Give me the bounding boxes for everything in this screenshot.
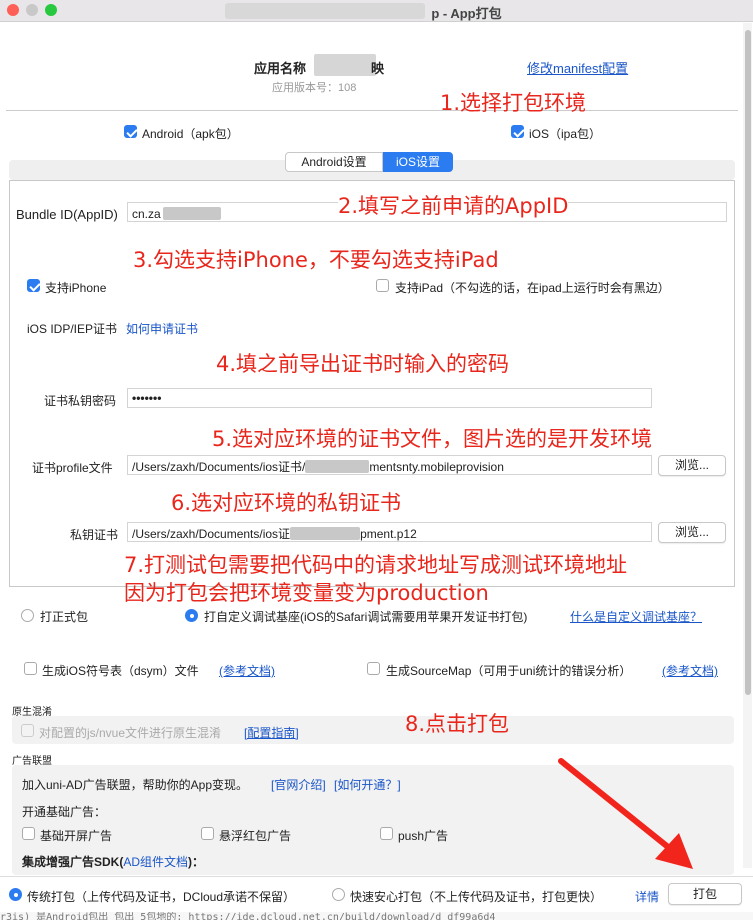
- support-ipad-checkbox[interactable]: [376, 279, 389, 292]
- private-key-path-suffix: pment.p12: [360, 527, 417, 541]
- app-name-suffix: 映: [371, 61, 385, 76]
- bundle-id-value: cn.za: [132, 207, 161, 221]
- safe-pack-radio[interactable]: [332, 888, 345, 901]
- details-link[interactable]: 详情: [635, 888, 659, 905]
- private-key-path-prefix: /Users/zaxh/Documents/ios证: [132, 527, 291, 541]
- status-strip: r3is) 是Android包出 包出 5包地的: https://ide.dc…: [0, 912, 753, 920]
- manifest-config-link[interactable]: 修改manifest配置: [527, 58, 628, 77]
- annotation-arrow-icon: [558, 758, 693, 869]
- browse-private-key-button[interactable]: 浏览...: [658, 522, 726, 543]
- float-ad-checkbox[interactable]: [201, 827, 214, 840]
- dsym-label: 生成iOS符号表（dsym）文件: [42, 664, 199, 678]
- annotation-2: 2.填写之前申请的AppID: [338, 190, 569, 220]
- android-checkbox[interactable]: [124, 125, 137, 138]
- traditional-pack-label: 传统打包（上传代码及证书，DCloud承诺不保留）: [27, 890, 296, 904]
- private-key-label: 私钥证书: [70, 528, 119, 542]
- app-pack-window: p - App打包 应用名称 映 应用版本号：108 修改manifest配置 …: [0, 0, 753, 920]
- splash-ad-label: 基础开屏广告: [40, 829, 113, 843]
- annotation-8: 8.点击打包: [405, 712, 510, 736]
- ads-enhanced-title: 集成增强广告SDK(AD组件文档)：: [22, 853, 204, 870]
- push-ad-checkbox[interactable]: [380, 827, 393, 840]
- ads-join-text: 加入uni-AD广告联盟，帮助你的App变现。: [22, 778, 249, 792]
- bundle-id-label: Bundle ID(AppID): [16, 207, 118, 222]
- obfuscation-label: 对配置的js/nvue文件进行原生混淆: [39, 726, 222, 740]
- redacted-app-name: [314, 54, 376, 76]
- ios-cert-label: iOS IDP/IEP证书: [27, 322, 118, 336]
- traditional-pack-radio[interactable]: [9, 888, 22, 901]
- status-text: r3is) 是Android包出 包出 5包地的: https://ide.dc…: [0, 912, 496, 920]
- redacted-bundle-id: [162, 207, 221, 220]
- cert-password-label: 证书私钥密码: [44, 394, 117, 408]
- formal-build-label: 打正式包: [40, 610, 89, 624]
- formal-build-radio[interactable]: [21, 609, 34, 622]
- dsym-doc-link[interactable]: (参考文档): [219, 662, 275, 679]
- header-divider: [6, 110, 738, 111]
- ads-enhanced-prefix: 集成增强广告SDK(: [22, 855, 124, 869]
- annotation-5: 5.选对应环境的证书文件，图片选的是开发环境: [212, 427, 653, 451]
- dsym-checkbox[interactable]: [24, 662, 37, 675]
- title-bar: p - App打包: [0, 0, 753, 22]
- ads-official-link[interactable]: [官网介绍]: [271, 776, 326, 793]
- ads-basic-title: 开通基础广告：: [22, 805, 107, 819]
- annotation-3: 3.勾选支持iPhone，不要勾选支持iPad: [133, 248, 499, 272]
- ios-label: iOS（ipa包）: [529, 127, 602, 141]
- custom-base-label: 打自定义调试基座(iOS的Safari调试需要用苹果开发证书打包): [204, 610, 528, 624]
- splash-ad-checkbox[interactable]: [22, 827, 35, 840]
- cert-password-input[interactable]: •••••••: [127, 388, 652, 408]
- support-ipad-label: 支持iPad（不勾选的话，在ipad上运行时会有黑边）: [395, 281, 670, 295]
- obfuscation-guide-link[interactable]: [配置指南]: [244, 724, 299, 741]
- build-button[interactable]: 打包: [668, 883, 742, 905]
- private-key-input[interactable]: /Users/zaxh/Documents/ios证 pment.p12: [127, 522, 652, 542]
- ad-component-doc-link[interactable]: AD组件文档: [123, 855, 188, 869]
- push-ad-label: push广告: [398, 829, 449, 843]
- profile-path-prefix: /Users/zaxh/Documents/ios证书/: [132, 460, 306, 474]
- app-version-label: 应用版本号：108: [272, 82, 357, 94]
- profile-file-input[interactable]: /Users/zaxh/Documents/ios证书/mentsnty.mob…: [127, 455, 652, 475]
- sourcemap-doc-link[interactable]: (参考文档): [662, 662, 718, 679]
- tab-android-settings[interactable]: Android设置: [285, 152, 383, 172]
- how-to-apply-cert-link[interactable]: 如何申请证书: [126, 320, 198, 337]
- custom-base-radio[interactable]: [185, 609, 198, 622]
- annotation-7-line2: 因为打包会把环境变量变为production: [124, 581, 489, 605]
- obfuscation-checkbox[interactable]: [21, 724, 34, 737]
- support-iphone-checkbox[interactable]: [27, 279, 40, 292]
- app-name-label: 应用名称: [254, 61, 307, 76]
- annotation-1: 1.选择打包环境: [440, 91, 587, 115]
- custom-base-help-link[interactable]: 什么是自定义调试基座？: [570, 608, 702, 625]
- window-title: p - App打包: [431, 6, 502, 21]
- ads-enhanced-suffix: )：: [188, 855, 205, 869]
- profile-path-suffix: mentsnty.mobileprovision: [369, 460, 504, 474]
- profile-file-label: 证书profile文件: [32, 461, 113, 475]
- ads-how-link[interactable]: [如何开通？]: [334, 776, 401, 793]
- tab-ios-settings[interactable]: iOS设置: [383, 152, 453, 172]
- sourcemap-label: 生成SourceMap（可用于uni统计的错误分析）: [386, 664, 632, 678]
- android-label: Android（apk包）: [142, 127, 239, 141]
- annotation-7-line1: 7.打测试包需要把代码中的请求地址写成测试环境地址: [124, 553, 628, 577]
- float-ad-label: 悬浮红包广告: [219, 829, 292, 843]
- safe-pack-label: 快速安心打包（不上传代码及证书，打包更快）: [350, 890, 603, 904]
- scrollbar-thumb[interactable]: [745, 30, 751, 695]
- support-iphone-label: 支持iPhone: [45, 281, 107, 295]
- ios-checkbox[interactable]: [511, 125, 524, 138]
- sourcemap-checkbox[interactable]: [367, 662, 380, 675]
- redacted-private-key-path: [290, 527, 361, 540]
- annotation-6: 6.选对应环境的私钥证书: [171, 491, 402, 515]
- browse-profile-button[interactable]: 浏览...: [658, 455, 726, 476]
- annotation-4: 4.填之前导出证书时输入的密码: [216, 352, 510, 376]
- redacted-profile-path: [305, 460, 370, 473]
